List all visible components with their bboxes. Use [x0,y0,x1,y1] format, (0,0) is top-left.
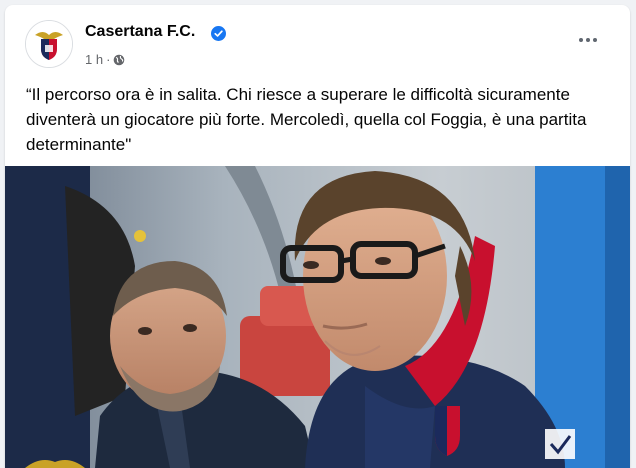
post-card: Casertana F.C. 1 h · “Il percorso ora è … [5,5,630,468]
post-text: “Il percorso ora è in salita. Chi riesce… [26,85,587,154]
post-timestamp[interactable]: 1 h [85,52,103,67]
globe-icon[interactable] [113,54,125,66]
more-dots-icon [579,38,583,42]
meta-separator: · [106,52,111,67]
verified-badge-icon [211,26,226,41]
more-options-button[interactable] [570,28,606,52]
post-header: Casertana F.C. 1 h · [25,20,620,70]
page-avatar[interactable] [25,20,73,68]
post-photo[interactable] [5,166,630,468]
post-meta: 1 h · [85,52,125,67]
page-name[interactable]: Casertana F.C. [85,23,195,41]
